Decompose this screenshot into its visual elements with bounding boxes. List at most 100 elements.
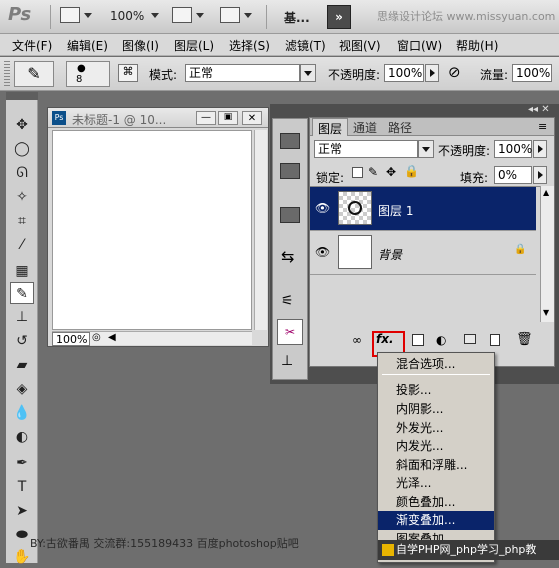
scroll-down-icon[interactable]: ▼ <box>543 308 549 317</box>
tool-presets-panel-icon[interactable]: ⊥ <box>281 353 293 369</box>
add-mask-icon[interactable] <box>412 334 424 346</box>
scroll-up-icon[interactable]: ▲ <box>543 188 549 197</box>
opacity-slider-toggle[interactable] <box>425 64 439 82</box>
menu-item-bevel-emboss[interactable]: 斜面和浮雕... <box>378 456 494 475</box>
close-button[interactable]: ✕ <box>242 111 262 125</box>
maximize-button[interactable]: ▣ <box>218 111 238 125</box>
move-tool-icon[interactable]: ✥ <box>10 114 34 136</box>
navigator-panel-icon[interactable]: ⇆ <box>281 247 294 266</box>
actions-panel-icon[interactable] <box>280 163 300 179</box>
flow-input[interactable]: 100% <box>512 64 552 82</box>
tablet-pressure-icon[interactable]: ⊘ <box>448 63 461 81</box>
tab-channels[interactable]: 通道 <box>348 118 382 136</box>
lock-position-icon[interactable]: ✥ <box>386 165 396 179</box>
menu-window[interactable]: 窗口(W) <box>397 37 442 54</box>
menu-help[interactable]: 帮助(H) <box>456 37 498 54</box>
dodge-tool-icon[interactable]: ◐ <box>10 426 34 448</box>
layer-name[interactable]: 背景 <box>378 246 402 263</box>
visibility-eye-icon[interactable]: 👁 <box>315 245 330 259</box>
menu-file[interactable]: 文件(F) <box>12 37 52 54</box>
blend-mode-select[interactable]: 正常 <box>314 140 418 158</box>
adjustment-layer-icon[interactable]: ◐ <box>436 333 446 347</box>
link-layers-icon[interactable]: ∞ <box>352 333 362 347</box>
toolbox-header[interactable] <box>6 92 38 100</box>
menu-item-color-overlay[interactable]: 颜色叠加... <box>378 493 494 512</box>
opacity-input[interactable]: 100% <box>384 64 424 82</box>
layer-comps-panel-icon[interactable] <box>280 207 300 223</box>
launch-bridge-icon[interactable] <box>60 7 80 23</box>
chevron-down-icon[interactable] <box>418 140 434 158</box>
chevron-down-icon[interactable] <box>244 13 252 18</box>
chevron-down-icon[interactable] <box>196 13 204 18</box>
lock-all-icon[interactable]: 🔒 <box>404 164 419 178</box>
history-panel-icon[interactable] <box>280 133 300 149</box>
lock-transparency-icon[interactable] <box>352 167 363 178</box>
chevron-down-icon[interactable] <box>84 13 92 18</box>
grip-handle[interactable] <box>4 61 10 87</box>
document-title-bar[interactable]: Ps 未标题-1 @ 10... — ▣ ✕ <box>48 108 268 128</box>
menu-layer[interactable]: 图层(L) <box>174 37 214 54</box>
quick-selection-tool-icon[interactable]: ✧ <box>10 186 34 208</box>
brush-tool-icon[interactable]: ✎ <box>10 282 34 304</box>
visibility-eye-icon[interactable]: 👁 <box>315 201 330 215</box>
brush-presets-panel-icon[interactable]: ⚟ <box>281 293 294 309</box>
eyedropper-tool-icon[interactable]: ⁄ <box>10 234 34 256</box>
scroll-left-icon[interactable]: ◀ <box>108 332 116 343</box>
layer-row[interactable]: 👁 背景 🔒 <box>310 231 536 275</box>
expand-workspaces-button[interactable]: » <box>327 5 351 29</box>
document-zoom-field[interactable]: 100% <box>52 332 90 346</box>
minimize-button[interactable]: — <box>196 111 216 125</box>
type-tool-icon[interactable]: T <box>10 476 34 498</box>
mode-select[interactable]: 正常 <box>185 64 300 82</box>
layer-opacity-slider-toggle[interactable] <box>533 140 547 158</box>
canvas[interactable] <box>52 130 252 330</box>
fill-input[interactable]: 0% <box>494 166 532 184</box>
vertical-scrollbar[interactable] <box>254 130 267 330</box>
blur-tool-icon[interactable]: 💧 <box>10 402 34 424</box>
delete-layer-icon[interactable]: 🗑 <box>516 332 533 347</box>
clone-stamp-tool-icon[interactable]: ⊥ <box>10 306 34 328</box>
arrange-documents-icon[interactable] <box>172 7 192 23</box>
crop-tool-icon[interactable]: ⌗ <box>10 210 34 232</box>
menu-select[interactable]: 选择(S) <box>229 37 270 54</box>
clone-source-panel-icon[interactable]: ✂ <box>277 319 303 345</box>
menu-filter[interactable]: 滤镜(T) <box>285 37 326 54</box>
brush-tool-preset-icon[interactable]: ✎ <box>14 61 54 87</box>
paint-bucket-tool-icon[interactable]: ◈ <box>10 378 34 400</box>
eraser-tool-icon[interactable]: ▰ <box>10 354 34 376</box>
collapse-panels-icon[interactable]: ◂◂ ✕ <box>528 104 550 115</box>
menu-view[interactable]: 视图(V) <box>339 37 381 54</box>
marquee-tool-icon[interactable]: ◯ <box>10 138 34 160</box>
menu-image[interactable]: 图像(I) <box>122 37 159 54</box>
path-selection-tool-icon[interactable]: ➤ <box>10 500 34 522</box>
zoom-level[interactable]: 100% <box>110 9 144 23</box>
menu-edit[interactable]: 编辑(E) <box>67 37 108 54</box>
screen-mode-icon[interactable] <box>220 7 240 23</box>
chevron-down-icon[interactable] <box>151 13 159 18</box>
new-group-icon[interactable] <box>464 334 476 344</box>
lock-image-icon[interactable]: ✎ <box>368 165 378 179</box>
layer-name[interactable]: 图层 1 <box>378 202 413 219</box>
history-brush-tool-icon[interactable]: ↺ <box>10 330 34 352</box>
tab-paths[interactable]: 路径 <box>383 118 417 136</box>
menu-item-inner-shadow[interactable]: 内阴影... <box>378 400 494 419</box>
panel-menu-icon[interactable]: ≡ <box>538 120 547 133</box>
status-info-icon[interactable]: ◎ <box>92 332 101 343</box>
layer-row[interactable]: 👁 图层 1 <box>310 187 536 231</box>
chevron-down-icon[interactable] <box>300 64 316 82</box>
menu-item-drop-shadow[interactable]: 投影... <box>378 381 494 400</box>
brush-panel-icon[interactable]: ⌘ <box>118 64 138 82</box>
spot-healing-tool-icon[interactable]: ▦ <box>10 260 34 282</box>
layers-scrollbar[interactable]: ▲ ▼ <box>540 186 554 322</box>
layer-opacity-input[interactable]: 100% <box>494 140 532 158</box>
menu-item-satin[interactable]: 光泽... <box>378 474 494 493</box>
brush-picker[interactable]: ● 8 <box>66 61 110 87</box>
menu-item-outer-glow[interactable]: 外发光... <box>378 419 494 438</box>
menu-item-inner-glow[interactable]: 内发光... <box>378 437 494 456</box>
menu-item-gradient-overlay[interactable]: 渐变叠加... <box>378 511 494 530</box>
tab-layers[interactable]: 图层 <box>312 118 349 136</box>
menu-item-blending-options[interactable]: 混合选项... <box>378 355 494 374</box>
lasso-tool-icon[interactable]: ᘏ <box>10 162 34 184</box>
workspace-switcher[interactable]: 基... <box>284 9 310 26</box>
pen-tool-icon[interactable]: ✒ <box>10 452 34 474</box>
